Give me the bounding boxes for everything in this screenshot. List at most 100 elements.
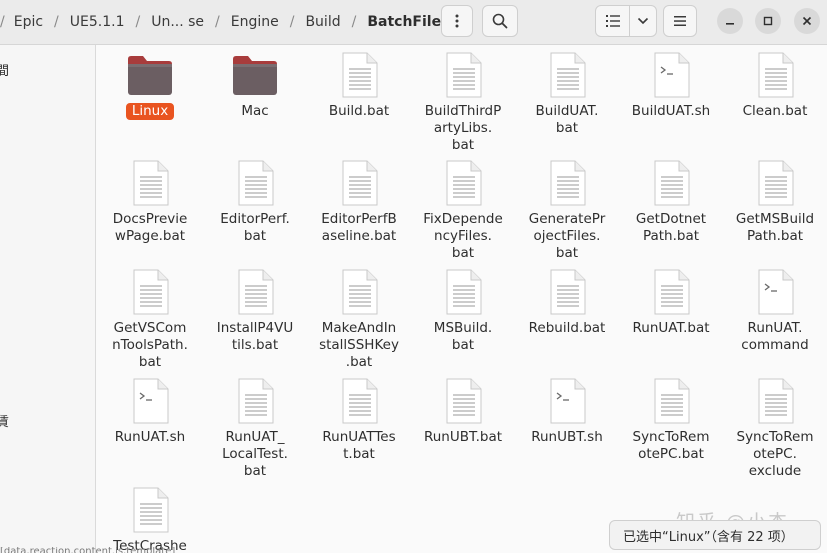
minimize-icon [726,23,734,25]
file-label: DocsPrevie wPage.bat [112,211,188,244]
breadcrumb-separator: / [135,14,141,30]
file-label: InstallP4VU tils.bat [216,320,294,353]
breadcrumb-current-batchfiles[interactable]: BatchFiles [364,14,452,30]
text-file-icon [126,159,174,207]
text-file-icon [335,377,383,425]
text-file-icon [751,377,799,425]
breadcrumb-separator: / [0,14,5,30]
file-item[interactable]: RunUAT_ LocalTest. bat [203,377,307,480]
script-file-icon [647,51,695,99]
file-label: RunUAT. command [741,320,809,353]
close-button[interactable] [794,8,820,34]
file-label: Clean.bat [742,103,808,119]
list-view-button[interactable] [596,6,631,36]
file-item[interactable]: GeneratePr ojectFiles. bat [515,159,619,262]
text-file-icon [439,51,487,99]
text-file-icon [543,268,591,316]
text-file-icon [751,51,799,99]
breadcrumb-separator: / [351,14,357,30]
maximize-icon [763,16,773,26]
file-grid: Linux Mac Build.bat BuildThirdP artyLibs. b… [96,45,827,553]
file-item[interactable]: DocsPrevie wPage.bat [98,159,202,245]
file-item[interactable]: RunUBT.bat [411,377,515,446]
file-item[interactable]: Rebuild.bat [515,268,619,337]
file-item[interactable]: EditorPerfB aseline.bat [307,159,411,245]
file-item[interactable]: Linux [98,51,202,120]
file-item[interactable]: BuildUAT.sh [619,51,723,120]
file-item[interactable]: RunUATTes t.bat [307,377,411,463]
breadcrumb-separator: / [54,14,59,30]
text-file-icon [647,377,695,425]
file-label: SyncToRem otePC. exclude [736,429,814,479]
sidebar-item-partial[interactable]: 間 [0,60,9,79]
file-label: Linux [125,103,175,120]
file-label: RunUAT.bat [632,320,710,336]
sidebar: 間 賃 [0,45,96,553]
text-file-icon [126,486,174,534]
file-item[interactable]: FixDepende ncyFiles. bat [411,159,515,262]
view-switcher [595,5,657,37]
file-item[interactable]: RunUAT. command [723,268,827,354]
folder-icon [231,51,279,99]
kebab-icon [455,14,459,28]
maximize-button[interactable] [755,8,781,34]
file-label: Build.bat [328,103,390,119]
file-item[interactable]: Clean.bat [723,51,827,120]
file-item[interactable]: MakeAndIn stallSSHKey .bat [307,268,411,371]
file-item[interactable]: Mac [203,51,307,120]
breadcrumb-item-engine[interactable]: Engine [228,14,282,30]
main-menu-button[interactable] [663,5,697,37]
script-file-icon [543,377,591,425]
file-label: GetMSBuild Path.bat [735,211,815,244]
text-file-icon [439,159,487,207]
script-file-icon [126,377,174,425]
file-item[interactable]: BuildUAT. bat [515,51,619,137]
breadcrumb-item-epic[interactable]: Epic [11,14,46,30]
breadcrumb-item-ue511[interactable]: UE5.1.1 [67,14,128,30]
file-label: EditorPerfB aseline.bat [321,211,397,244]
partial-bottom-text: [data,reaction,content.js,template] [0,547,176,553]
file-label: BuildUAT. bat [535,103,599,136]
text-file-icon [543,51,591,99]
file-item[interactable]: GetDotnet Path.bat [619,159,723,245]
sidebar-item-partial[interactable]: 賃 [0,411,9,430]
file-item[interactable]: RunUBT.sh [515,377,619,446]
file-item[interactable]: BuildThirdP artyLibs. bat [411,51,515,154]
file-item[interactable]: SyncToRem otePC. exclude [723,377,827,480]
list-view-icon [605,15,620,27]
view-options-button[interactable] [630,6,656,36]
file-label: BuildThirdP artyLibs. bat [424,103,502,153]
file-label: GetDotnet Path.bat [635,211,707,244]
file-label: MSBuild. bat [433,320,493,353]
file-label: SyncToRem otePC.bat [632,429,710,462]
file-item[interactable]: GetMSBuild Path.bat [723,159,827,245]
file-label: BuildUAT.sh [631,103,711,119]
file-item[interactable]: MSBuild. bat [411,268,515,354]
file-item[interactable]: RunUAT.sh [98,377,202,446]
file-item[interactable]: TestCrashe [98,486,202,553]
breadcrumb-separator: / [289,14,295,30]
search-button[interactable] [482,5,518,37]
file-item[interactable]: RunUAT.bat [619,268,723,337]
text-file-icon [335,268,383,316]
file-label: Mac [241,103,269,119]
file-item[interactable]: InstallP4VU tils.bat [203,268,307,354]
path-menu-button[interactable] [441,5,473,37]
file-label: Rebuild.bat [528,320,606,336]
file-label: GeneratePr ojectFiles. bat [528,211,606,261]
text-file-icon [439,377,487,425]
header-bar: / Epic / UE5.1.1 / Un... se / Engine / B… [0,0,827,45]
script-file-icon [751,268,799,316]
file-label: RunUBT.bat [423,429,503,445]
search-icon [492,13,508,29]
breadcrumb-item-build[interactable]: Build [302,14,343,30]
file-item[interactable]: Build.bat [307,51,411,120]
file-item[interactable]: SyncToRem otePC.bat [619,377,723,463]
breadcrumb-item-unreal-engine[interactable]: Un... se [148,14,207,30]
minimize-button[interactable] [717,8,743,34]
file-label: RunUATTes t.bat [322,429,396,462]
text-file-icon [439,268,487,316]
text-file-icon [231,159,279,207]
file-item[interactable]: GetVSCom nToolsPath. bat [98,268,202,371]
file-item[interactable]: EditorPerf. bat [203,159,307,245]
